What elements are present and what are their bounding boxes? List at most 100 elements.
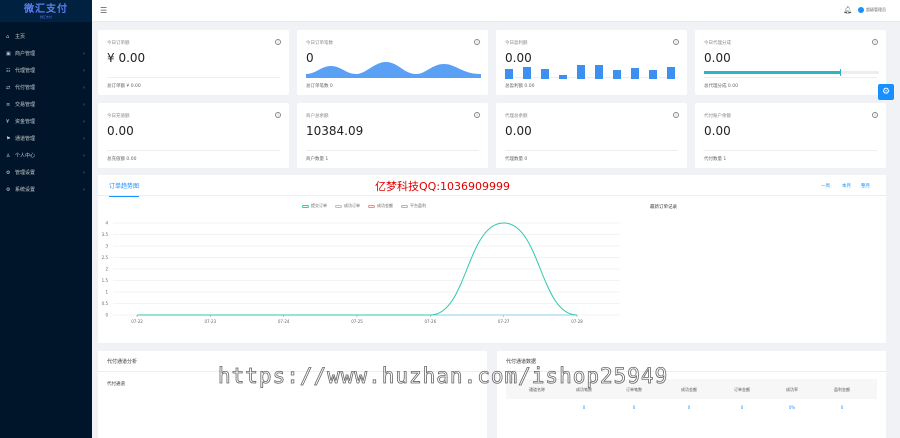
sparkline-area <box>306 62 481 78</box>
chevron-right-icon: › <box>83 135 85 142</box>
x-tick-label: 07-22 <box>131 319 143 324</box>
info-icon[interactable]: ! <box>872 112 878 118</box>
table-cell: 0% <box>788 405 796 410</box>
card-divider <box>107 77 280 78</box>
mini-bar <box>649 70 657 79</box>
range-month[interactable]: 本月 <box>842 183 851 189</box>
stat-card-4: 今日充值额! 0.00 总充值额 0.00 <box>98 103 289 168</box>
sidebar-item-2[interactable]: ☷ 代理管理 › <box>0 62 92 79</box>
stat-card-1: 今日订单笔数! 0 总订单笔数 0 <box>297 30 488 95</box>
trade-icon: ≡ <box>6 101 11 108</box>
x-tick-label: 07-25 <box>351 319 363 324</box>
y-tick-label: 1 <box>105 290 108 295</box>
y-tick-label: 4 <box>105 221 108 226</box>
mini-bar <box>523 67 531 79</box>
funds-icon: ¥ <box>6 118 10 125</box>
card-label: 今日盈利额 <box>505 41 528 46</box>
card-label: 今日代理分成 <box>704 41 731 46</box>
chevron-right-icon: › <box>83 186 85 193</box>
card-footer: 代理数量 0 <box>505 157 528 162</box>
card-value: ¥ 0.00 <box>107 51 146 65</box>
sidebar-item-6[interactable]: ⚑ 通道管理 › <box>0 130 92 147</box>
x-tick-label: 07-27 <box>498 319 510 324</box>
mini-bar <box>559 75 567 79</box>
orders-sparkline <box>306 62 481 78</box>
sidebar-item-label: 个人中心 <box>15 153 36 159</box>
chevron-right-icon: › <box>83 101 85 108</box>
y-tick-label: 2 <box>105 267 108 272</box>
progress-marker <box>840 69 841 76</box>
column-header: 成功率 <box>786 387 798 392</box>
range-full-month[interactable]: 整月 <box>861 183 870 189</box>
stat-card-0: 今日订单额! ¥ 0.00 总订单额 ¥ 0.00 <box>98 30 289 95</box>
column-header: 盈利金额 <box>834 387 850 392</box>
sidebar-item-9[interactable]: ⚙ 系统设置 › <box>0 181 92 198</box>
mini-bar <box>577 65 585 79</box>
card-footer: 代付数量 1 <box>704 157 727 162</box>
payout-icon: ⇄ <box>6 84 11 91</box>
theme-settings-gear-icon[interactable]: ⚙ <box>878 84 894 100</box>
progress-fill <box>704 71 841 74</box>
order-trend-panel: 订单趋势图 亿梦科技QQ:1036909999 一周 本月 整月 提交订单 成功订… <box>98 175 886 343</box>
info-icon[interactable]: ! <box>673 112 679 118</box>
column-header: 成功金额 <box>681 387 697 392</box>
chevron-right-icon: › <box>83 84 85 91</box>
card-divider <box>107 150 280 151</box>
card-footer: 总订单笔数 0 <box>306 84 333 89</box>
avatar <box>858 7 864 13</box>
card-footer: 总订单额 ¥ 0.00 <box>107 84 141 89</box>
sidebar-item-label: 交易管理 <box>15 102 36 108</box>
profit-mini-bars <box>505 65 675 79</box>
card-footer: 总充值额 0.00 <box>107 157 137 162</box>
channel-icon: ⚑ <box>6 135 11 142</box>
sidebar-item-3[interactable]: ⇄ 代付管理 › <box>0 79 92 96</box>
sidebar-item-label: 系统设置 <box>15 187 36 193</box>
qq-watermark: 亿梦科技QQ:1036909999 <box>375 180 511 193</box>
card-value: 0.00 <box>107 124 134 138</box>
sidebar-item-1[interactable]: ▣ 商户管理 › <box>0 45 92 62</box>
bell-icon[interactable]: 🔔︎ <box>843 6 852 14</box>
card-label: 今日订单笔数 <box>306 41 333 46</box>
user-menu[interactable]: 超级管理员 <box>858 7 886 13</box>
card-value: 10384.09 <box>306 124 364 138</box>
menu-toggle-icon[interactable]: ☰ <box>100 6 107 15</box>
info-icon[interactable]: ! <box>474 112 480 118</box>
sidebar-item-label: 资金管理 <box>15 119 36 125</box>
chevron-right-icon: › <box>83 169 85 176</box>
table-cell: 0 <box>840 405 844 410</box>
stat-card-5: 商户总余额! 10384.09 商户数量 1 <box>297 103 488 168</box>
info-icon[interactable]: ! <box>872 39 878 45</box>
column-header: 订单金额 <box>734 387 750 392</box>
sidebar-item-7[interactable]: ♙ 个人中心 › <box>0 147 92 164</box>
chevron-right-icon: › <box>83 118 85 125</box>
payout-analysis-title: 代付通道分析 <box>107 359 138 365</box>
info-icon[interactable]: ! <box>275 112 281 118</box>
user-name: 超级管理员 <box>866 7 886 12</box>
y-tick-label: 1.5 <box>102 278 109 283</box>
sidebar-item-8[interactable]: ⚙ 管理设置 › <box>0 164 92 181</box>
card-label: 今日充值额 <box>107 114 130 119</box>
mini-bar <box>613 70 621 79</box>
sidebar-item-0[interactable]: ⌂ 主页 <box>0 28 92 45</box>
info-icon[interactable]: ! <box>673 39 679 45</box>
site-watermark: https://www.huzhan.com/ishop25949 <box>218 364 669 389</box>
home-icon: ⌂ <box>6 33 10 40</box>
agent-icon: ☷ <box>6 67 11 74</box>
info-icon[interactable]: ! <box>275 39 281 45</box>
info-icon[interactable]: ! <box>474 39 480 45</box>
table-cell: 0 <box>740 405 744 410</box>
stat-card-6: 代理总余额! 0.00 代理数量 0 <box>496 103 687 168</box>
payout-channel-label: 代付通道 <box>107 382 125 387</box>
sidebar-item-label: 管理设置 <box>15 170 36 176</box>
stat-card-7: 代付账户余额! 0.00 代付数量 1 <box>695 103 886 168</box>
range-week[interactable]: 一周 <box>821 183 830 189</box>
tab-divider <box>98 195 886 196</box>
sidebar-item-4[interactable]: ≡ 交易管理 › <box>0 96 92 113</box>
sidebar-item-label: 商户管理 <box>15 51 36 57</box>
chevron-right-icon: › <box>83 152 85 159</box>
sidebar-item-5[interactable]: ¥ 资金管理 › <box>0 113 92 130</box>
y-tick-label: 2.5 <box>102 255 109 260</box>
card-value: 0.00 <box>505 124 532 138</box>
brand-name: 微汇支付 <box>24 3 68 15</box>
logo[interactable]: 微汇支付 微汇支付 <box>0 0 92 22</box>
